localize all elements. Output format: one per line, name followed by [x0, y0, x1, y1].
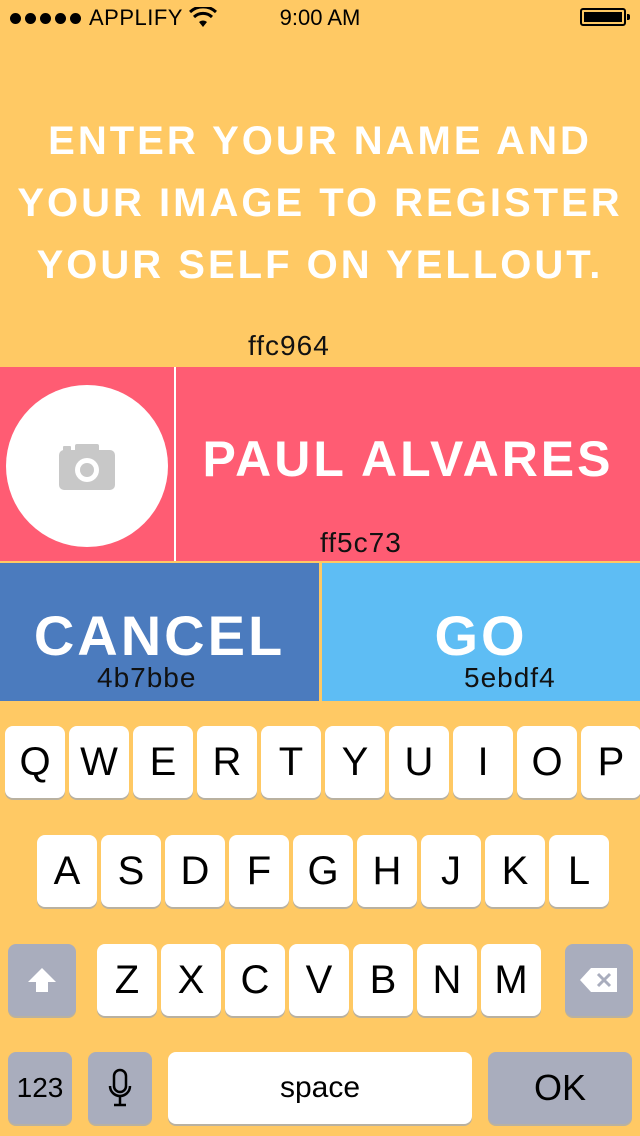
carrier-name: APPLIFY [89, 5, 183, 30]
dictation-key[interactable] [88, 1052, 152, 1124]
space-key[interactable]: space [168, 1052, 472, 1124]
go-color-label: 5ebdf4 [464, 662, 556, 693]
key-r[interactable]: R [197, 726, 257, 798]
name-input[interactable]: PAUL ALVARES [176, 430, 640, 488]
top-color-label: ffc964 [248, 330, 330, 361]
key-w[interactable]: W [69, 726, 129, 798]
key-u[interactable]: U [389, 726, 449, 798]
keyboard: Q W E R T Y U I O P A S D F G H J K L Z … [0, 701, 640, 1136]
key-m[interactable]: M [481, 944, 541, 1016]
backspace-icon [580, 968, 617, 992]
key-o[interactable]: O [517, 726, 577, 798]
status-left: APPLIFY [10, 4, 217, 32]
key-l[interactable]: L [549, 835, 609, 907]
shift-icon [28, 968, 56, 992]
key-s[interactable]: S [101, 835, 161, 907]
key-h[interactable]: H [357, 835, 417, 907]
title-line: YOUR SELF ON YELLOUT. [36, 243, 604, 287]
shift-key[interactable] [8, 944, 76, 1016]
numbers-key[interactable]: 123 [8, 1052, 72, 1124]
key-j[interactable]: J [421, 835, 481, 907]
key-a[interactable]: A [37, 835, 97, 907]
battery-icon [580, 8, 630, 26]
microphone-icon [108, 1068, 132, 1107]
key-n[interactable]: N [417, 944, 477, 1016]
title-line: YOUR IMAGE TO REGISTER [17, 181, 623, 225]
key-b[interactable]: B [353, 944, 413, 1016]
key-i[interactable]: I [453, 726, 513, 798]
signal-strength-icon [10, 12, 81, 24]
key-z[interactable]: Z [97, 944, 157, 1016]
cancel-color-label: 4b7bbe [97, 662, 197, 693]
avatar-upload-button[interactable] [6, 385, 168, 547]
key-g[interactable]: G [293, 835, 353, 907]
key-q[interactable]: Q [5, 726, 65, 798]
title-line: ENTER YOUR NAME AND [48, 119, 592, 163]
status-bar: APPLIFY 9:00 AM [0, 0, 640, 36]
delete-key[interactable] [565, 944, 633, 1016]
key-k[interactable]: K [485, 835, 545, 907]
key-p[interactable]: P [581, 726, 640, 798]
band-color-label: ff5c73 [320, 527, 402, 558]
key-v[interactable]: V [289, 944, 349, 1016]
ok-key[interactable]: OK [488, 1052, 632, 1124]
key-d[interactable]: D [165, 835, 225, 907]
key-t[interactable]: T [261, 726, 321, 798]
page-title: ENTER YOUR NAME AND YOUR IMAGE TO REGIST… [0, 110, 640, 296]
key-c[interactable]: C [225, 944, 285, 1016]
key-f[interactable]: F [229, 835, 289, 907]
key-y[interactable]: Y [325, 726, 385, 798]
camera-icon [59, 444, 115, 490]
key-e[interactable]: E [133, 726, 193, 798]
key-x[interactable]: X [161, 944, 221, 1016]
wifi-icon [188, 7, 217, 27]
